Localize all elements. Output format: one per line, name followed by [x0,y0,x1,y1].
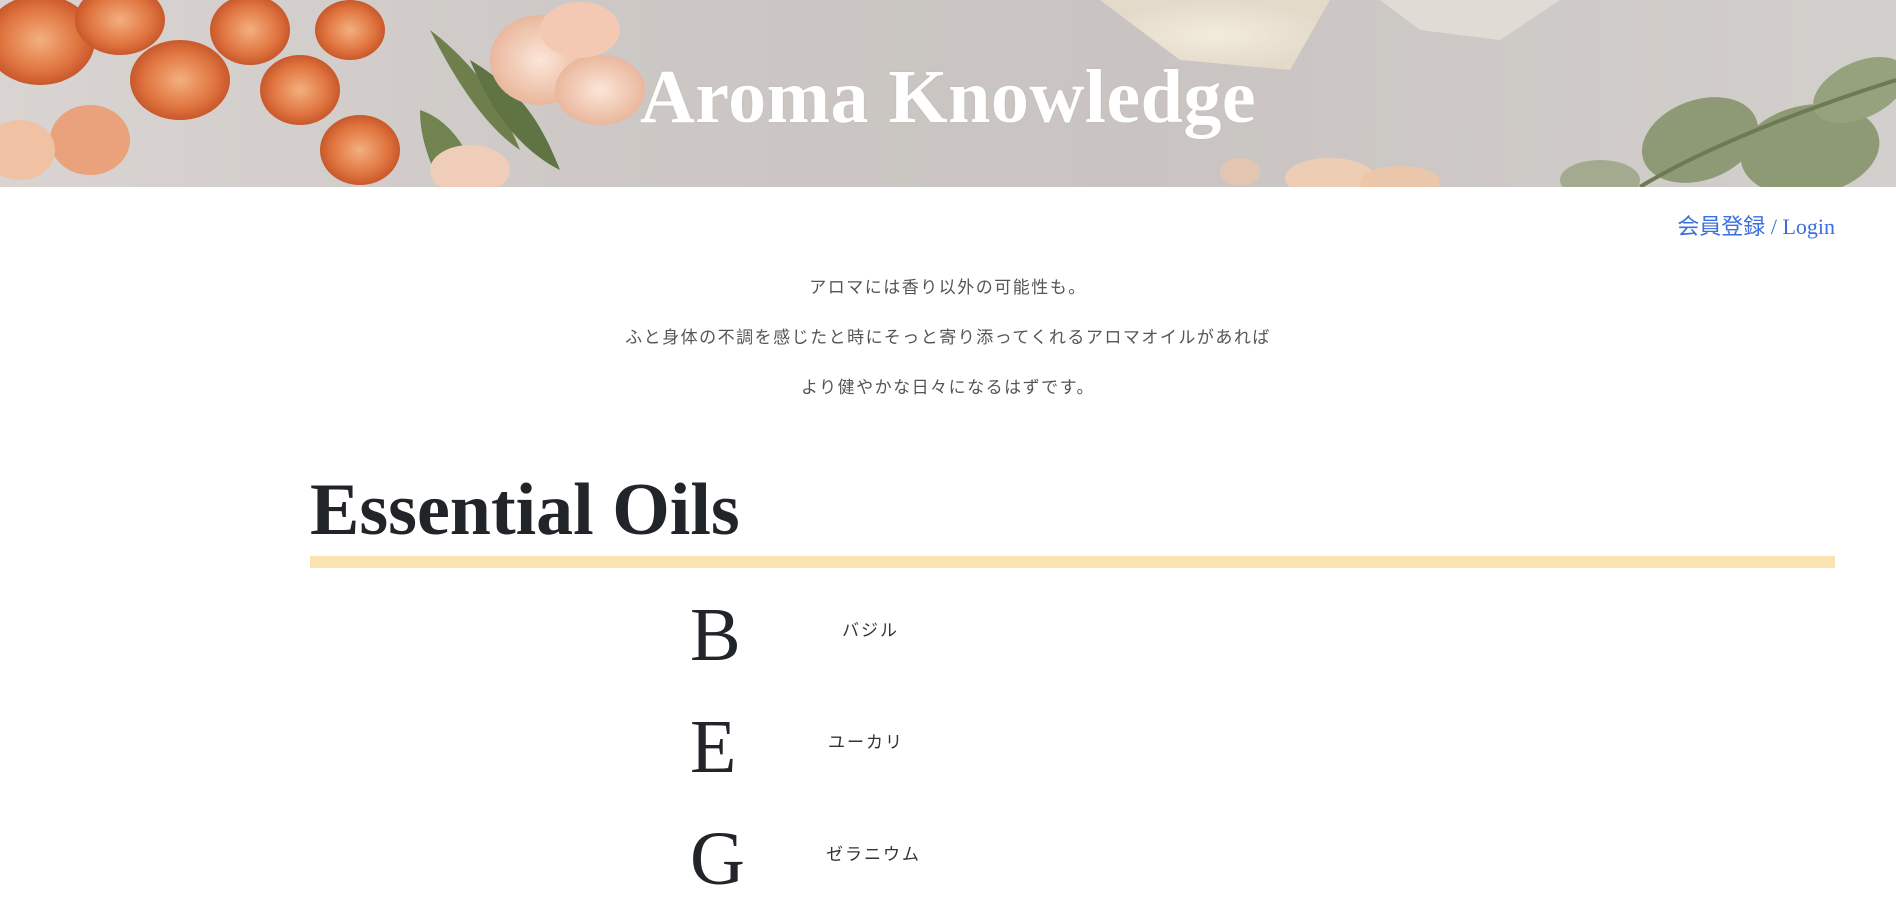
index-letter: G [690,817,745,901]
auth-links: 会員登録 / Login [1677,212,1835,242]
section-divider [310,556,1835,568]
register-link[interactable]: 会員登録 [1677,214,1765,239]
index-letter: E [690,705,737,789]
intro-line: ふと身体の不調を感じたと時にそっと寄り添ってくれるアロマオイルがあれば [625,328,1271,348]
oil-group-e: E ユーカリ [690,697,1090,809]
intro-text: アロマには香り以外の可能性も。 ふと身体の不調を感じたと時にそっと寄り添ってくれ… [0,272,1896,422]
login-link[interactable]: Login [1782,214,1835,239]
intro-line: より健やかな日々になるはずです。 [801,378,1095,398]
oil-link[interactable]: ゼラニウム [826,843,921,867]
hero-banner: Aroma Knowledge [0,0,1896,187]
section-title: Essential Oils [310,469,740,551]
oil-link[interactable]: ユーカリ [828,731,904,755]
intro-line: アロマには香り以外の可能性も。 [809,278,1087,298]
essential-oil-index: B バジル E ユーカリ G ゼラニウム [690,585,1090,921]
index-letter: B [690,593,741,677]
oil-group-b: B バジル [690,585,1090,697]
oil-group-g: G ゼラニウム [690,809,1090,921]
oil-link[interactable]: バジル [842,619,899,643]
auth-separator: / [1770,214,1777,239]
site-title: Aroma Knowledge [639,55,1257,139]
